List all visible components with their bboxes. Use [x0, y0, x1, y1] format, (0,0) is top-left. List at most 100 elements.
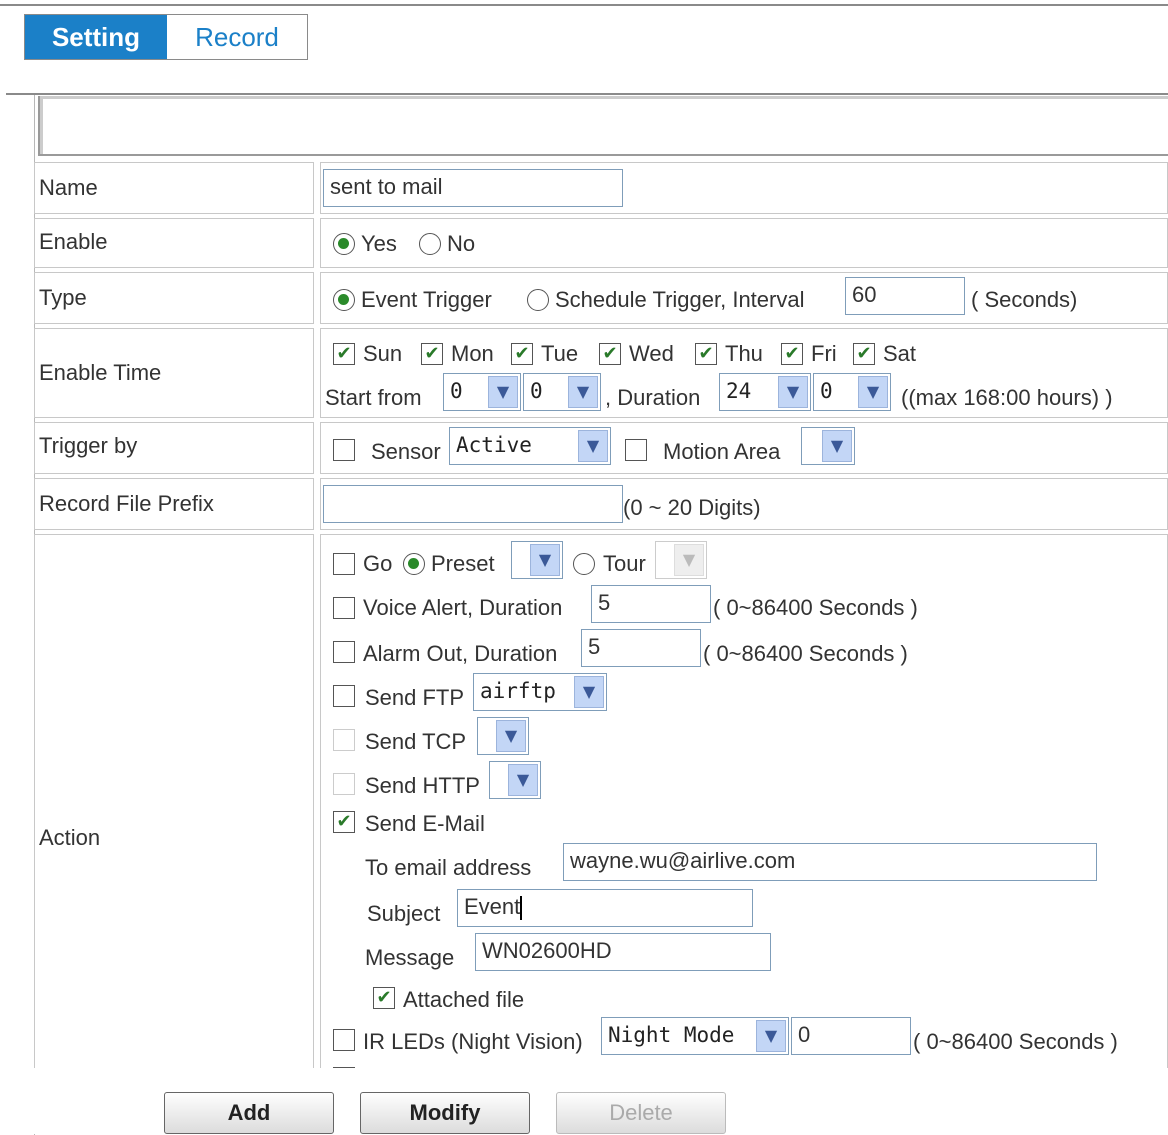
type-label: Type	[34, 272, 314, 324]
ir-leds-label: IR LEDs (Night Vision)	[363, 1029, 583, 1054]
day-sun-label: Sun	[363, 341, 403, 366]
enable-label: Enable	[34, 218, 314, 268]
chevron-down-icon: ▼	[488, 376, 518, 408]
preset-radio[interactable]	[403, 553, 425, 575]
type-schedule-label: Schedule Trigger, Interval	[555, 287, 805, 312]
day-tue-checkbox[interactable]: ✔	[511, 343, 533, 365]
voice-alert-checkbox[interactable]	[333, 597, 355, 619]
duration-label: , Duration	[605, 385, 701, 410]
email-message-input[interactable]: WN02600HD	[475, 933, 771, 971]
tour-radio[interactable]	[573, 553, 595, 575]
type-event-radio[interactable]	[333, 289, 355, 311]
day-fri-checkbox[interactable]: ✔	[781, 343, 803, 365]
send-tcp-label: Send TCP	[365, 729, 467, 754]
http-select[interactable]: ▼	[489, 761, 541, 799]
chevron-down-icon: ▼	[822, 430, 852, 462]
ftp-server-select[interactable]: airftp ▼	[473, 673, 607, 711]
row-enable-time: Enable Time ✔ Sun ✔ Mon ✔ Tue ✔ Wed ✔ Th…	[34, 328, 1168, 418]
motion-label: Motion Area	[663, 439, 781, 464]
voice-duration-input[interactable]: 5	[591, 585, 711, 623]
chevron-down-icon: ▼	[778, 376, 808, 408]
send-ftp-checkbox[interactable]	[333, 685, 355, 707]
prefix-input[interactable]	[323, 485, 623, 523]
max-duration-hint: ((max 168:00 hours) )	[901, 385, 1113, 410]
day-thu-checkbox[interactable]: ✔	[695, 343, 717, 365]
tour-label: Tour	[603, 551, 646, 576]
send-http-label: Send HTTP	[365, 773, 480, 798]
name-input[interactable]: sent to mail	[323, 169, 623, 207]
delete-button[interactable]: Delete	[556, 1092, 726, 1134]
email-message-label: Message	[365, 945, 455, 970]
alarm-out-checkbox[interactable]	[333, 641, 355, 663]
name-cell: sent to mail	[320, 162, 1168, 214]
attached-file-checkbox[interactable]: ✔	[373, 987, 395, 1009]
type-schedule-radio[interactable]	[527, 289, 549, 311]
ir-mode-value: Night Mode	[608, 1023, 735, 1047]
modify-button[interactable]: Modify	[360, 1092, 530, 1134]
preset-label: Preset	[431, 551, 495, 576]
tab-setting[interactable]: Setting	[25, 15, 167, 59]
send-ftp-label: Send FTP	[365, 685, 465, 710]
action-cell: Go Preset ▼ Tour ▼ Voice Alert, Duration…	[320, 534, 1168, 1134]
day-sun-checkbox[interactable]: ✔	[333, 343, 355, 365]
enable-no-radio[interactable]	[419, 233, 441, 255]
go-checkbox[interactable]	[333, 553, 355, 575]
row-type: Type Event Trigger Schedule Trigger, Int…	[34, 272, 1168, 324]
interval-input[interactable]: 60	[845, 277, 965, 315]
chevron-down-icon: ▼	[756, 1020, 786, 1052]
email-to-input[interactable]: wayne.wu@airlive.com	[563, 843, 1097, 881]
day-thu-label: Thu	[725, 341, 763, 366]
sensor-checkbox[interactable]	[333, 439, 355, 461]
add-button[interactable]: Add	[164, 1092, 334, 1134]
ir-duration-input[interactable]: 0	[791, 1017, 911, 1055]
motion-checkbox[interactable]	[625, 439, 647, 461]
day-mon-checkbox[interactable]: ✔	[421, 343, 443, 365]
motion-area-select[interactable]: ▼	[801, 427, 855, 465]
alarm-duration-input[interactable]: 5	[581, 629, 701, 667]
day-wed-checkbox[interactable]: ✔	[599, 343, 621, 365]
sensor-label: Sensor	[371, 439, 441, 464]
duration-minute-select[interactable]: 0 ▼	[813, 373, 891, 411]
tab-record[interactable]: Record	[167, 15, 307, 59]
tcp-select[interactable]: ▼	[477, 717, 529, 755]
preset-select[interactable]: ▼	[511, 541, 563, 579]
chevron-down-icon: ▼	[574, 676, 604, 708]
duration-hour-select[interactable]: 24 ▼	[719, 373, 811, 411]
enable-time-label: Enable Time	[34, 328, 314, 418]
sensor-state-value: Active	[456, 433, 532, 457]
day-tue-label: Tue	[541, 341, 579, 366]
sensor-state-select[interactable]: Active ▼	[449, 427, 611, 465]
chevron-down-icon: ▼	[858, 376, 888, 408]
enable-no-label: No	[447, 231, 476, 256]
prefix-hint: (0 ~ 20 Digits)	[623, 495, 761, 520]
attached-file-label: Attached file	[403, 987, 525, 1012]
enable-cell: Yes No	[320, 218, 1168, 268]
ir-leds-checkbox[interactable]	[333, 1029, 355, 1051]
alarm-duration-hint: ( 0~86400 Seconds )	[703, 641, 908, 666]
chevron-down-icon: ▼	[568, 376, 598, 408]
chevron-down-icon: ▼	[496, 720, 526, 752]
ir-mode-select[interactable]: Night Mode ▼	[601, 1017, 789, 1055]
chevron-down-icon: ▼	[508, 764, 538, 796]
trigger-by-label: Trigger by	[34, 422, 314, 474]
chevron-down-icon: ▼	[530, 544, 560, 576]
email-subject-input[interactable]: Event	[457, 889, 753, 927]
section-divider	[6, 93, 1168, 95]
day-sat-checkbox[interactable]: ✔	[853, 343, 875, 365]
row-action: Action Go Preset ▼ Tour ▼ Voice Alert, D…	[34, 534, 1168, 1134]
day-sat-label: Sat	[883, 341, 917, 366]
action-label: Action	[34, 534, 314, 1134]
send-http-checkbox[interactable]	[333, 773, 355, 795]
enable-yes-radio[interactable]	[333, 233, 355, 255]
email-subject-label: Subject	[367, 901, 441, 926]
day-mon-label: Mon	[451, 341, 494, 366]
start-minute-value: 0	[530, 379, 543, 403]
start-minute-select[interactable]: 0 ▼	[523, 373, 601, 411]
start-hour-select[interactable]: 0 ▼	[443, 373, 521, 411]
type-event-label: Event Trigger	[361, 287, 492, 312]
name-label: Name	[34, 162, 314, 214]
event-list-box[interactable]	[38, 96, 1168, 156]
tour-select[interactable]: ▼	[655, 541, 707, 579]
send-email-checkbox[interactable]: ✔	[333, 811, 355, 833]
send-tcp-checkbox[interactable]	[333, 729, 355, 751]
